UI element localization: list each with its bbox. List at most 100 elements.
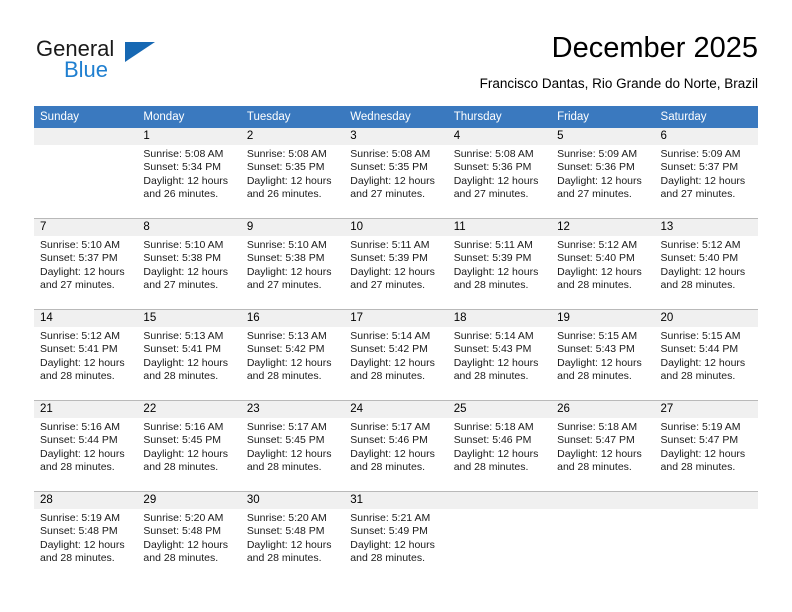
daylight-text-line2: and 27 minutes. xyxy=(660,188,736,201)
daylight-text-line1: Daylight: 12 hours xyxy=(143,265,229,278)
day-cell-inner: 2 Sunrise: 5:08 AM Sunset: 5:35 PM Dayli… xyxy=(240,128,345,218)
daylight-text-line1: Daylight: 12 hours xyxy=(660,265,746,278)
day-number: 4 xyxy=(447,128,552,145)
day-cell[interactable]: 12 Sunrise: 5:12 AM Sunset: 5:40 PM Dayl… xyxy=(551,218,655,310)
sunset-text: Sunset: 5:39 PM xyxy=(350,252,428,265)
day-info: Sunrise: 5:17 AM Sunset: 5:45 PM Dayligh… xyxy=(241,418,344,475)
day-cell[interactable]: 27 Sunrise: 5:19 AM Sunset: 5:47 PM Dayl… xyxy=(654,400,758,492)
daylight-text-line2: and 26 minutes. xyxy=(246,188,322,201)
day-cell[interactable]: 23 Sunrise: 5:17 AM Sunset: 5:45 PM Dayl… xyxy=(240,400,345,492)
sunset-text: Sunset: 5:45 PM xyxy=(246,434,325,447)
day-cell[interactable]: 5 Sunrise: 5:09 AM Sunset: 5:36 PM Dayli… xyxy=(551,128,655,219)
day-info: Sunrise: 5:12 AM Sunset: 5:41 PM Dayligh… xyxy=(34,327,137,384)
day-number: 9 xyxy=(240,219,345,236)
day-cell[interactable]: 13 Sunrise: 5:12 AM Sunset: 5:40 PM Dayl… xyxy=(654,218,758,310)
day-cell[interactable]: 26 Sunrise: 5:18 AM Sunset: 5:47 PM Dayl… xyxy=(551,400,655,492)
day-info: Sunrise: 5:08 AM Sunset: 5:35 PM Dayligh… xyxy=(241,145,344,202)
day-number: 8 xyxy=(137,219,241,236)
day-cell[interactable]: 4 Sunrise: 5:08 AM Sunset: 5:36 PM Dayli… xyxy=(447,128,552,219)
day-info: Sunrise: 5:13 AM Sunset: 5:42 PM Dayligh… xyxy=(241,327,344,384)
sunset-text: Sunset: 5:48 PM xyxy=(143,525,222,538)
day-info: Sunrise: 5:10 AM Sunset: 5:38 PM Dayligh… xyxy=(241,236,344,293)
day-cell[interactable]: 28 Sunrise: 5:19 AM Sunset: 5:48 PM Dayl… xyxy=(34,491,138,582)
day-cell[interactable]: 24 Sunrise: 5:17 AM Sunset: 5:46 PM Dayl… xyxy=(344,400,448,492)
logo-triangle-icon xyxy=(125,42,155,62)
day-cell[interactable]: 25 Sunrise: 5:18 AM Sunset: 5:46 PM Dayl… xyxy=(447,400,552,492)
day-cell[interactable]: 6 Sunrise: 5:09 AM Sunset: 5:37 PM Dayli… xyxy=(654,128,758,219)
day-cell[interactable]: 30 Sunrise: 5:20 AM Sunset: 5:48 PM Dayl… xyxy=(240,491,345,582)
day-cell-inner: 14 Sunrise: 5:12 AM Sunset: 5:41 PM Dayl… xyxy=(34,310,138,400)
general-blue-logo[interactable]: General Blue xyxy=(34,30,214,90)
day-number xyxy=(551,492,655,509)
day-cell[interactable]: 21 Sunrise: 5:16 AM Sunset: 5:44 PM Dayl… xyxy=(34,400,138,492)
day-cell[interactable]: 8 Sunrise: 5:10 AM Sunset: 5:38 PM Dayli… xyxy=(137,218,241,310)
day-cell-inner: 9 Sunrise: 5:10 AM Sunset: 5:38 PM Dayli… xyxy=(240,219,345,309)
daylight-text-line2: and 28 minutes. xyxy=(246,552,322,565)
daylight-text-line1: Daylight: 12 hours xyxy=(453,174,539,187)
day-cell[interactable]: 11 Sunrise: 5:11 AM Sunset: 5:39 PM Dayl… xyxy=(447,218,552,310)
day-number: 24 xyxy=(344,401,448,418)
day-cell[interactable]: 10 Sunrise: 5:11 AM Sunset: 5:39 PM Dayl… xyxy=(344,218,448,310)
day-cell-inner: 11 Sunrise: 5:11 AM Sunset: 5:39 PM Dayl… xyxy=(447,219,552,309)
calendar-page: General Blue December 2025 Francisco Dan… xyxy=(0,0,792,612)
sunrise-text: Sunrise: 5:12 AM xyxy=(660,239,741,251)
day-cell[interactable]: 2 Sunrise: 5:08 AM Sunset: 5:35 PM Dayli… xyxy=(240,128,345,219)
sunset-text: Sunset: 5:35 PM xyxy=(246,161,325,174)
weekday-header-wednesday: Wednesday xyxy=(344,106,448,128)
weekday-header-friday: Friday xyxy=(551,106,655,128)
day-cell-inner: 5 Sunrise: 5:09 AM Sunset: 5:36 PM Dayli… xyxy=(551,128,655,218)
week-row: 14 Sunrise: 5:12 AM Sunset: 5:41 PM Dayl… xyxy=(34,309,758,401)
day-cell[interactable]: 18 Sunrise: 5:14 AM Sunset: 5:43 PM Dayl… xyxy=(447,309,552,401)
daylight-text-line1: Daylight: 12 hours xyxy=(40,265,125,278)
day-number: 17 xyxy=(344,310,448,327)
day-cell-inner: 21 Sunrise: 5:16 AM Sunset: 5:44 PM Dayl… xyxy=(34,401,138,491)
sunset-text: Sunset: 5:34 PM xyxy=(143,161,222,174)
day-cell[interactable]: 31 Sunrise: 5:21 AM Sunset: 5:49 PM Dayl… xyxy=(344,491,448,582)
day-cell-inner: 29 Sunrise: 5:20 AM Sunset: 5:48 PM Dayl… xyxy=(137,492,241,582)
day-info xyxy=(655,509,758,512)
day-cell[interactable]: 16 Sunrise: 5:13 AM Sunset: 5:42 PM Dayl… xyxy=(240,309,345,401)
day-cell-inner: 16 Sunrise: 5:13 AM Sunset: 5:42 PM Dayl… xyxy=(240,310,345,400)
daylight-text-line1: Daylight: 12 hours xyxy=(350,265,435,278)
day-cell[interactable]: 3 Sunrise: 5:08 AM Sunset: 5:35 PM Dayli… xyxy=(344,128,448,219)
daylight-text-line2: and 27 minutes. xyxy=(246,279,322,292)
day-cell-inner: 27 Sunrise: 5:19 AM Sunset: 5:47 PM Dayl… xyxy=(654,401,758,491)
day-cell[interactable] xyxy=(34,128,138,219)
day-number: 3 xyxy=(344,128,448,145)
day-cell[interactable]: 15 Sunrise: 5:13 AM Sunset: 5:41 PM Dayl… xyxy=(137,309,241,401)
day-cell-inner: 7 Sunrise: 5:10 AM Sunset: 5:37 PM Dayli… xyxy=(34,219,138,309)
daylight-text-line2: and 28 minutes. xyxy=(660,370,736,383)
daylight-text-line2: and 28 minutes. xyxy=(143,370,219,383)
daylight-text-line1: Daylight: 12 hours xyxy=(660,356,746,369)
day-number: 23 xyxy=(240,401,345,418)
day-cell-inner xyxy=(34,128,138,218)
sunset-text: Sunset: 5:49 PM xyxy=(350,525,428,538)
day-cell[interactable] xyxy=(654,491,758,582)
day-cell[interactable]: 29 Sunrise: 5:20 AM Sunset: 5:48 PM Dayl… xyxy=(137,491,241,582)
day-cell[interactable]: 9 Sunrise: 5:10 AM Sunset: 5:38 PM Dayli… xyxy=(240,218,345,310)
day-cell[interactable]: 14 Sunrise: 5:12 AM Sunset: 5:41 PM Dayl… xyxy=(34,309,138,401)
day-cell-inner: 13 Sunrise: 5:12 AM Sunset: 5:40 PM Dayl… xyxy=(654,219,758,309)
day-cell[interactable]: 7 Sunrise: 5:10 AM Sunset: 5:37 PM Dayli… xyxy=(34,218,138,310)
day-info: Sunrise: 5:08 AM Sunset: 5:36 PM Dayligh… xyxy=(448,145,551,202)
week-row: 21 Sunrise: 5:16 AM Sunset: 5:44 PM Dayl… xyxy=(34,400,758,492)
day-cell[interactable] xyxy=(551,491,655,582)
daylight-text-line1: Daylight: 12 hours xyxy=(246,356,332,369)
day-number xyxy=(654,492,758,509)
day-info: Sunrise: 5:15 AM Sunset: 5:44 PM Dayligh… xyxy=(655,327,758,384)
day-cell[interactable]: 20 Sunrise: 5:15 AM Sunset: 5:44 PM Dayl… xyxy=(654,309,758,401)
day-cell-inner: 12 Sunrise: 5:12 AM Sunset: 5:40 PM Dayl… xyxy=(551,219,655,309)
daylight-text-line1: Daylight: 12 hours xyxy=(350,538,435,551)
day-cell[interactable]: 19 Sunrise: 5:15 AM Sunset: 5:43 PM Dayl… xyxy=(551,309,655,401)
day-cell-inner: 4 Sunrise: 5:08 AM Sunset: 5:36 PM Dayli… xyxy=(447,128,552,218)
day-number: 27 xyxy=(654,401,758,418)
day-info: Sunrise: 5:14 AM Sunset: 5:42 PM Dayligh… xyxy=(344,327,447,384)
day-cell[interactable] xyxy=(447,491,552,582)
daylight-text-line1: Daylight: 12 hours xyxy=(557,174,642,187)
sunrise-text: Sunrise: 5:12 AM xyxy=(40,330,120,342)
page-title: December 2025 xyxy=(551,32,758,64)
daylight-text-line2: and 28 minutes. xyxy=(453,370,529,383)
day-cell[interactable]: 1 Sunrise: 5:08 AM Sunset: 5:34 PM Dayli… xyxy=(137,128,241,219)
day-cell[interactable]: 22 Sunrise: 5:16 AM Sunset: 5:45 PM Dayl… xyxy=(137,400,241,492)
day-cell[interactable]: 17 Sunrise: 5:14 AM Sunset: 5:42 PM Dayl… xyxy=(344,309,448,401)
